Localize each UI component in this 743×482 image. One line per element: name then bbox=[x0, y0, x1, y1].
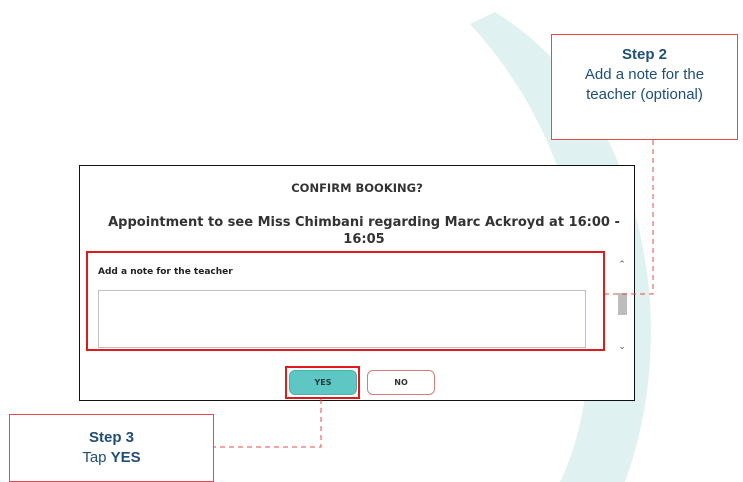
step3-callout: Step 3 Tap YES bbox=[9, 414, 214, 482]
step2-callout: Step 2 Add a note for the teacher (optio… bbox=[551, 34, 738, 140]
dialog-scrollbar[interactable]: ⌃ ⌄ bbox=[617, 259, 627, 351]
no-button[interactable]: NO bbox=[367, 370, 435, 395]
yes-highlight-box bbox=[285, 366, 360, 399]
step3-prefix: Tap bbox=[82, 449, 107, 466]
appointment-message: Appointment to see Miss Chimbani regardi… bbox=[108, 215, 620, 247]
step3-emphasis: YES bbox=[110, 449, 141, 466]
note-highlight-box bbox=[86, 251, 605, 351]
step2-heading: Step 2 bbox=[621, 46, 667, 63]
step3-text: Tap YES bbox=[10, 448, 213, 468]
scroll-thumb[interactable] bbox=[618, 293, 627, 315]
scroll-up-icon[interactable]: ⌃ bbox=[617, 259, 627, 269]
step3-heading: Step 3 bbox=[88, 429, 134, 446]
scroll-down-icon[interactable]: ⌄ bbox=[617, 341, 627, 351]
dialog-title: CONFIRM BOOKING? bbox=[291, 181, 423, 195]
step2-text: Add a note for the teacher (optional) bbox=[584, 66, 705, 103]
